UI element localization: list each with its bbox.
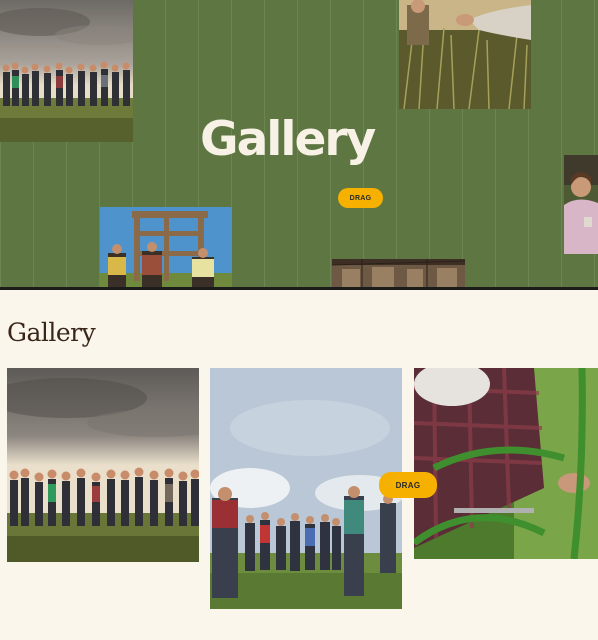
photo-wooden-structure-image: [100, 207, 232, 287]
drag-cursor-pill-section[interactable]: DRAG: [379, 472, 437, 498]
section-title: Gallery: [7, 318, 96, 347]
gallery-card-group-field[interactable]: [7, 368, 199, 562]
gallery-photo-hands-grass[interactable]: [399, 0, 531, 109]
photo-group-field-image: [0, 0, 133, 142]
panel-divider: [0, 287, 598, 290]
drag-cursor-pill[interactable]: DRAG: [338, 188, 383, 208]
gallery-photo-smiling-woman[interactable]: [564, 155, 598, 254]
photo-smiling-woman-image: [564, 155, 598, 254]
gallery-card-cloudy-field[interactable]: [210, 368, 402, 609]
card-group-field-image: [7, 368, 199, 562]
photo-barn-image: [332, 259, 465, 287]
hero-gallery-panel[interactable]: Gallery DRAG: [0, 0, 598, 287]
gallery-photo-wooden-structure[interactable]: [100, 207, 232, 287]
gallery-card-pruning[interactable]: [414, 368, 598, 559]
hero-title: Gallery: [200, 112, 376, 167]
card-cloudy-field-image: [210, 368, 402, 609]
photo-hands-grass-image: [399, 0, 531, 109]
gallery-photo-group-field[interactable]: [0, 0, 133, 142]
gallery-photo-barn[interactable]: [332, 259, 465, 287]
card-pruning-image: [414, 368, 598, 559]
